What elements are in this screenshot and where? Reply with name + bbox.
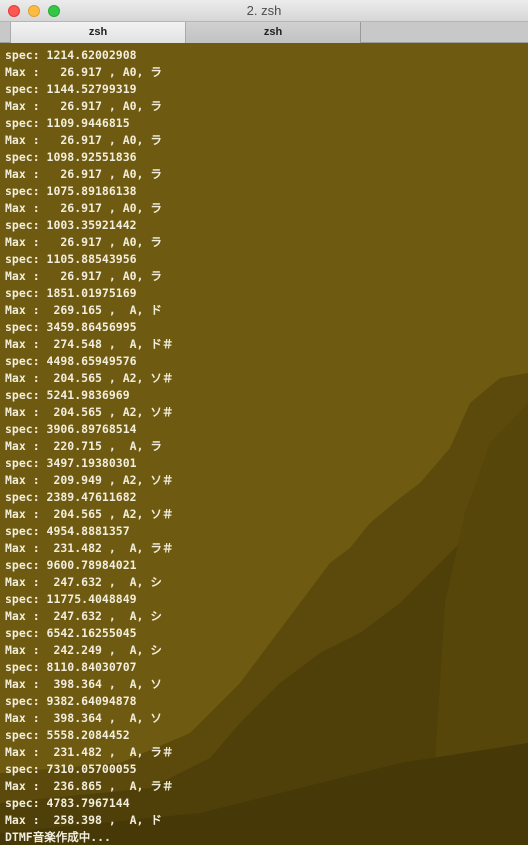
terminal-line: Max : 242.249 , A, シ (5, 643, 162, 657)
terminal-line: Max : 26.917 , A0, ラ (5, 269, 162, 283)
terminal-line: Max : 26.917 , A0, ラ (5, 99, 162, 113)
terminal-line: Max : 274.548 , A, ド＃ (5, 337, 174, 351)
window-title: 2. zsh (246, 3, 282, 18)
terminal-line: spec: 9600.78984021 (5, 558, 137, 572)
terminal-line: Max : 204.565 , A2, ソ＃ (5, 507, 174, 521)
terminal-line: spec: 5241.9836969 (5, 388, 130, 402)
terminal-line: spec: 3497.19380301 (5, 456, 137, 470)
terminal-line: Max : 220.715 , A, ラ (5, 439, 162, 453)
tab-zsh[interactable]: zsh (186, 22, 361, 43)
terminal-line: spec: 5558.2084452 (5, 728, 130, 742)
terminal-line: spec: 1214.62002908 (5, 48, 137, 62)
terminal-line: spec: 6542.16255045 (5, 626, 137, 640)
title-bar[interactable]: 2. zsh (0, 0, 528, 22)
terminal-output[interactable]: spec: 1214.62002908 Max : 26.917 , A0, ラ s… (0, 43, 528, 845)
terminal-line: spec: 9382.64094878 (5, 694, 137, 708)
terminal-line: spec: 1109.9446815 (5, 116, 130, 130)
terminal-line: spec: 2389.47611682 (5, 490, 137, 504)
terminal-line: Max : 209.949 , A2, ソ＃ (5, 473, 174, 487)
terminal-line: Max : 26.917 , A0, ラ (5, 167, 162, 181)
terminal-line: Max : 247.632 , A, シ (5, 609, 162, 623)
terminal-line: Max : 231.482 , A, ラ＃ (5, 541, 174, 555)
terminal-line: Max : 247.632 , A, シ (5, 575, 162, 589)
terminal-line: spec: 3459.86456995 (5, 320, 137, 334)
terminal-line: DTMF音楽作成中... (5, 830, 111, 844)
terminal-line: spec: 1098.92551836 (5, 150, 137, 164)
tab-bar: zsh zsh (0, 22, 528, 43)
terminal-line: Max : 398.364 , A, ソ (5, 711, 162, 725)
terminal-line: Max : 26.917 , A0, ラ (5, 235, 162, 249)
terminal-line: spec: 11775.4048849 (5, 592, 137, 606)
terminal-line: spec: 7310.05700055 (5, 762, 137, 776)
terminal-line: spec: 1003.35921442 (5, 218, 137, 232)
terminal-line: spec: 4498.65949576 (5, 354, 137, 368)
terminal-line: spec: 1851.01975169 (5, 286, 137, 300)
terminal-line: Max : 204.565 , A2, ソ＃ (5, 405, 174, 419)
tab-zsh-active[interactable]: zsh (10, 22, 186, 43)
terminal-line: spec: 1144.52799319 (5, 82, 137, 96)
terminal-line: Max : 398.364 , A, ソ (5, 677, 162, 691)
terminal-lines: spec: 1214.62002908 Max : 26.917 , A0, ラ s… (5, 47, 173, 845)
terminal-line: spec: 3906.89768514 (5, 422, 137, 436)
terminal-line: Max : 231.482 , A, ラ＃ (5, 745, 174, 759)
terminal-line: Max : 26.917 , A0, ラ (5, 133, 162, 147)
terminal-window: 2. zsh zsh zsh spec: 1214.62002908 Max : … (0, 0, 528, 845)
terminal-line: spec: 4783.7967144 (5, 796, 130, 810)
terminal-line: spec: 1075.89186138 (5, 184, 137, 198)
terminal-line: spec: 4954.8881357 (5, 524, 130, 538)
terminal-line: Max : 269.165 , A, ド (5, 303, 162, 317)
terminal-line: Max : 26.917 , A0, ラ (5, 201, 162, 215)
terminal-line: Max : 258.398 , A, ド (5, 813, 162, 827)
terminal-line: spec: 8110.84030707 (5, 660, 137, 674)
terminal-line: spec: 1105.88543956 (5, 252, 137, 266)
terminal-line: Max : 236.865 , A, ラ＃ (5, 779, 174, 793)
terminal-line: Max : 204.565 , A2, ソ＃ (5, 371, 174, 385)
terminal-line: Max : 26.917 , A0, ラ (5, 65, 162, 79)
